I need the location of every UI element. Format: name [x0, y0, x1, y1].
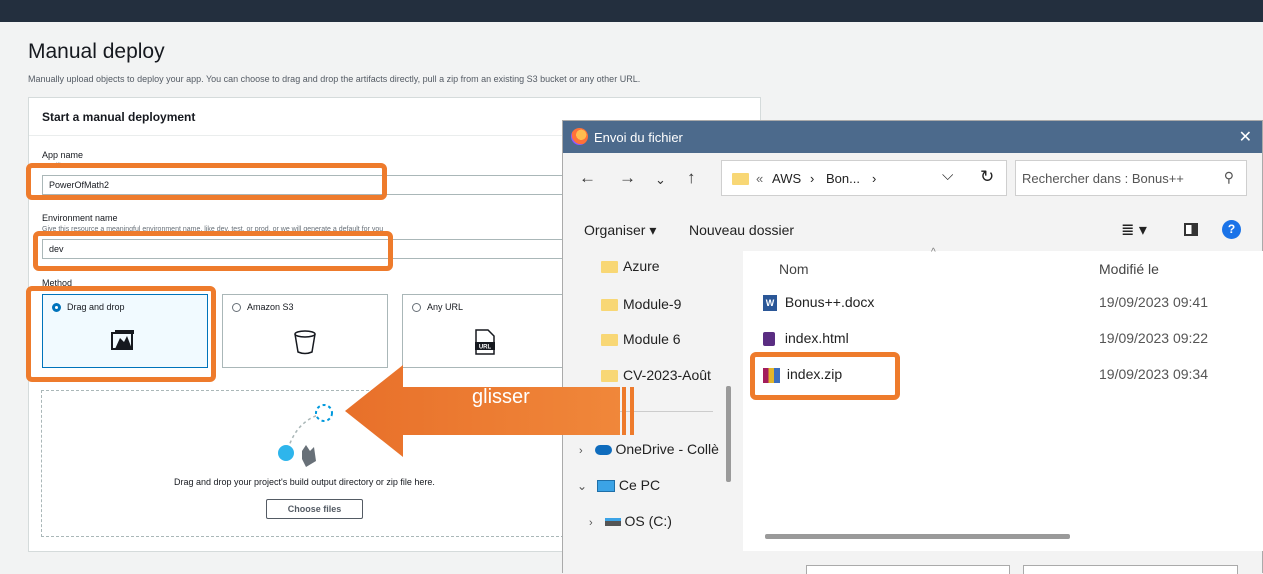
highlight-app-name	[26, 163, 387, 200]
highlight-index-zip	[750, 352, 900, 400]
forward-arrow-icon[interactable]: →	[619, 168, 636, 188]
folder-icon	[601, 334, 618, 346]
column-modified[interactable]: Modifié le	[1099, 261, 1159, 277]
refresh-icon[interactable]: ↻	[980, 167, 994, 187]
file-date: 19/09/2023 09:22	[1099, 330, 1208, 346]
url-file-icon: URL	[475, 329, 495, 355]
firefox-icon	[571, 128, 588, 145]
horizontal-scrollbar[interactable]	[765, 534, 1070, 539]
preview-pane-icon[interactable]	[1184, 223, 1198, 236]
file-date: 19/09/2023 09:41	[1099, 294, 1208, 310]
radio-unselected[interactable]	[412, 303, 421, 312]
pc-icon	[596, 480, 615, 493]
word-icon: W	[763, 295, 777, 312]
drive-icon	[604, 518, 621, 527]
radio-unselected[interactable]	[232, 303, 241, 312]
tree-item-os-drive[interactable]: › OS (C:)	[589, 513, 672, 529]
breadcrumb-aws[interactable]: AWS	[772, 171, 801, 186]
console-top-bar	[0, 0, 1263, 22]
tree-item-module-9[interactable]: Module-9	[601, 296, 681, 312]
environment-name-label: Environment name	[42, 213, 118, 223]
tree-item-module-6[interactable]: Module 6	[601, 331, 681, 347]
view-options-icon[interactable]: ≣ ▾	[1121, 220, 1147, 240]
tree-item-azure[interactable]: Azure	[601, 258, 660, 274]
help-icon[interactable]: ?	[1222, 220, 1241, 239]
sort-indicator-icon: ^	[931, 247, 936, 258]
drop-zone-text: Drag and drop your project's build outpu…	[174, 477, 435, 487]
organise-menu[interactable]: Organiser ▾	[584, 222, 656, 239]
page-subtitle: Manually upload objects to deploy your a…	[28, 74, 641, 84]
new-folder-button[interactable]: Nouveau dossier	[689, 222, 794, 238]
folder-icon	[732, 173, 749, 185]
method-option-amazon-s3[interactable]: Amazon S3	[222, 294, 388, 368]
dialog-title-bar: Envoi du fichier ✕	[563, 121, 1262, 153]
breadcrumb-separator: ›	[810, 171, 815, 186]
up-arrow-icon[interactable]: ↑	[687, 168, 696, 188]
choose-files-button[interactable]: Choose files	[266, 499, 363, 519]
breadcrumb-separator: ›	[872, 171, 877, 186]
file-row-index-html[interactable]: index.html	[763, 330, 849, 347]
highlight-environment-name	[33, 231, 393, 271]
tree-item-label: Azure	[623, 258, 660, 274]
search-box[interactable]: Rechercher dans : Bonus++ ⚲	[1015, 160, 1247, 196]
organise-label: Organiser	[584, 222, 646, 238]
address-bar[interactable]: « AWS › Bon... › ⌵ ↻	[721, 160, 1007, 196]
tree-item-label: Module 6	[623, 331, 681, 347]
html-icon	[763, 332, 775, 347]
chevron-down-icon[interactable]: ⌄	[577, 479, 587, 493]
path-overflow: «	[756, 171, 764, 186]
file-row-bonus-docx[interactable]: W Bonus++.docx	[763, 294, 875, 312]
tree-item-this-pc[interactable]: ⌄ Ce PC	[577, 477, 660, 493]
method-option-label: Any URL	[427, 302, 464, 312]
search-icon[interactable]: ⚲	[1224, 169, 1234, 186]
folder-icon	[601, 261, 618, 273]
card-title: Start a manual deployment	[42, 110, 196, 124]
chevron-right-icon[interactable]: ›	[589, 517, 593, 529]
drag-illustration-icon	[278, 404, 333, 467]
method-option-label: Amazon S3	[247, 302, 294, 312]
breadcrumb-bonus[interactable]: Bon...	[826, 171, 860, 186]
drag-arrow-annotation	[345, 365, 634, 457]
app-name-label: App name	[42, 150, 84, 160]
dialog-footer	[563, 551, 1262, 574]
close-icon[interactable]: ✕	[1239, 127, 1252, 147]
chevron-down-icon[interactable]: ⌵	[942, 167, 953, 184]
dialog-title: Envoi du fichier	[594, 130, 683, 145]
tree-item-label: OS (C:)	[624, 513, 672, 529]
navigation-scrollbar[interactable]	[726, 386, 731, 482]
back-arrow-icon[interactable]: ←	[579, 168, 596, 188]
page-title: Manual deploy	[28, 40, 165, 63]
chevron-down-icon[interactable]: ⌄	[655, 172, 666, 188]
file-date: 19/09/2023 09:34	[1099, 366, 1208, 382]
file-name: Bonus++.docx	[784, 294, 875, 310]
file-list: Nom ^ Modifié le W Bonus++.docx 19/09/20…	[743, 247, 1263, 551]
column-name[interactable]: Nom	[779, 261, 809, 277]
search-input-placeholder: Rechercher dans : Bonus++	[1022, 171, 1184, 186]
drag-arrow-label: glisser	[472, 386, 530, 408]
file-name: index.html	[784, 330, 849, 346]
bucket-icon	[294, 330, 316, 355]
tree-item-label: Ce PC	[618, 477, 661, 493]
file-upload-dialog: Envoi du fichier ✕ ← → ⌄ ↑ « AWS › Bon..…	[562, 120, 1263, 574]
tree-item-label: Module-9	[623, 296, 682, 312]
folder-icon	[601, 299, 618, 311]
highlight-drag-and-drop	[26, 286, 216, 382]
method-option-any-url[interactable]: Any URL URL	[402, 294, 568, 368]
url-badge-text: URL	[479, 345, 492, 351]
